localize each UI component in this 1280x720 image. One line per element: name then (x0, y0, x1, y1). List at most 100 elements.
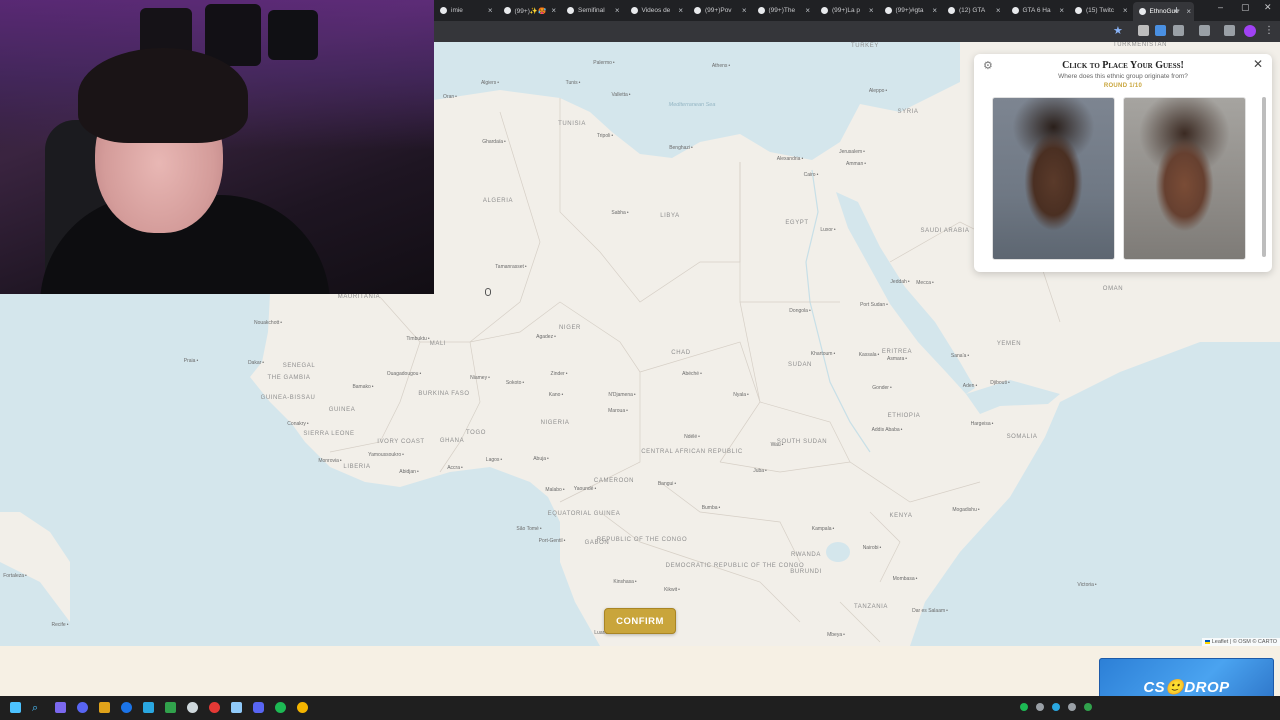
windows-start-icon[interactable] (10, 702, 21, 713)
city-label: Dar es Salaam (912, 608, 948, 614)
bookmarks-icon[interactable] (1199, 25, 1210, 36)
male-face-image (992, 97, 1115, 260)
city-label: Sana'a (951, 353, 969, 359)
bookmark-star-icon[interactable]: ★ (1113, 24, 1124, 37)
extensions-puzzle-icon[interactable] (1173, 25, 1184, 36)
city-label: Khartoum (811, 351, 835, 357)
page-footer-area (0, 646, 1280, 696)
city-label: Aden (963, 383, 977, 389)
browser-tab[interactable]: Videos de × (625, 3, 687, 18)
tray-icon[interactable] (1084, 703, 1092, 711)
city-label: Tripoli (597, 133, 613, 139)
browser-tab[interactable]: GTA 6 Ha × (1006, 3, 1068, 18)
round-indicator: ROUND 1/10 (1103, 83, 1143, 89)
spotify-icon[interactable] (275, 702, 286, 713)
red-sea-water (836, 192, 975, 394)
browser-tab[interactable]: (12) GTA × (942, 3, 1004, 18)
discord-icon[interactable] (253, 702, 264, 713)
tray-telegram-icon[interactable] (1052, 703, 1060, 711)
search-icon[interactable]: ⌕ (32, 702, 43, 714)
close-window-button[interactable]: ✕ (1264, 2, 1272, 13)
country-label: CAMEROON (593, 477, 635, 484)
app-icon[interactable] (121, 702, 132, 713)
extension-shield-icon[interactable] (1155, 25, 1166, 36)
tab-favicon-icon (567, 7, 574, 14)
app-v-icon[interactable] (77, 702, 88, 713)
city-label: São Tomé (516, 526, 541, 532)
tab-close-icon[interactable]: × (1186, 7, 1191, 16)
panel-scrollbar[interactable] (1262, 97, 1266, 257)
tab-close-icon[interactable]: × (488, 6, 493, 15)
task-view-icon[interactable] (55, 702, 66, 713)
city-label: Kano (549, 392, 563, 398)
browser-tab[interactable]: Semifinal × (561, 3, 623, 18)
tab-close-icon[interactable]: × (996, 6, 1001, 15)
app-icon[interactable] (209, 702, 220, 713)
app-icon[interactable] (165, 702, 176, 713)
country-label: TURKEY (851, 42, 879, 49)
tab-close-icon[interactable]: × (1059, 6, 1064, 15)
tab-label: GTA 6 Ha (1022, 7, 1051, 14)
tab-close-icon[interactable]: × (1123, 6, 1128, 15)
country-label: GUINEA-BISSAU (260, 394, 316, 401)
app-icon[interactable] (99, 702, 110, 713)
browser-tab[interactable]: EthnoGue × (1132, 2, 1194, 21)
country-label: TUNISIA (558, 120, 586, 127)
city-label: Addis Ababa (872, 427, 903, 433)
country-label: LIBERIA (343, 463, 371, 470)
tab-close-icon[interactable]: × (551, 6, 556, 15)
country-label: MALI (429, 340, 447, 347)
browser-tab[interactable]: (15) Twitc × (1069, 3, 1131, 18)
atlantic-ocean-water (0, 294, 600, 646)
tab-favicon-icon (630, 7, 638, 14)
browser-tab[interactable]: (99+)#gta × (879, 3, 941, 18)
city-label: Bumba (702, 505, 721, 511)
browser-tab[interactable]: (99+)La p × (815, 3, 877, 18)
city-label: Fortaleza (3, 573, 27, 579)
profile-avatar-icon[interactable] (1244, 25, 1256, 37)
tab-label: (99+)La p (832, 7, 861, 14)
city-label: Kassala (859, 352, 880, 358)
attribution-text: Leaflet | © OSM © CARTO (1211, 639, 1277, 645)
tab-close-icon[interactable]: × (678, 6, 683, 15)
country-label: TURKMENISTAN (1112, 42, 1168, 48)
telegram-icon[interactable] (143, 702, 154, 713)
city-label: Amman (846, 161, 866, 167)
mouse-cursor-icon (485, 288, 491, 296)
browser-tab[interactable]: (99+)✨🥵 × (498, 3, 560, 18)
city-label: Port Sudan (860, 302, 888, 308)
tab-close-icon[interactable]: × (742, 6, 747, 15)
city-label: Abuja (533, 456, 549, 462)
city-label: Niamey (470, 375, 490, 381)
country-label: NIGER (558, 324, 582, 331)
new-tab-button[interactable]: + (1173, 3, 1180, 17)
confirm-button[interactable]: CONFIRM (604, 608, 676, 634)
media-icon[interactable] (1224, 25, 1235, 36)
browser-tab[interactable]: (99+)The × (752, 3, 814, 18)
map-attribution[interactable]: Leaflet | © OSM © CARTO (1201, 638, 1280, 646)
app-icon[interactable] (231, 702, 242, 713)
tray-spotify-icon[interactable] (1020, 703, 1028, 711)
tab-close-icon[interactable]: × (932, 6, 937, 15)
tray-icon[interactable] (1068, 703, 1076, 711)
female-face-image (1123, 97, 1246, 260)
country-label: TOGO (466, 429, 486, 436)
browser-menu-icon[interactable]: ⋮ (1264, 25, 1275, 36)
extension-icon[interactable] (1138, 25, 1149, 36)
app-icon[interactable] (187, 702, 198, 713)
browser-tab[interactable]: imie × (434, 3, 496, 18)
city-label: Recife (52, 622, 69, 628)
city-label: Mogadishu (952, 507, 979, 513)
city-label: Accra (447, 465, 463, 471)
panel-subtitle: Where does this ethnic group originate f… (1058, 73, 1188, 80)
maximize-button[interactable]: ▢ (1241, 2, 1250, 13)
tab-close-icon[interactable]: × (615, 6, 620, 15)
chrome-icon[interactable] (297, 702, 308, 713)
browser-tab[interactable]: (99+)Pov × (688, 3, 750, 18)
country-label: GHANA (439, 437, 465, 444)
tray-icon[interactable] (1036, 703, 1044, 711)
city-label: Alexandria (777, 156, 803, 162)
tab-close-icon[interactable]: × (869, 6, 874, 15)
minimize-button[interactable]: – (1218, 2, 1223, 12)
tab-close-icon[interactable]: × (805, 6, 810, 15)
